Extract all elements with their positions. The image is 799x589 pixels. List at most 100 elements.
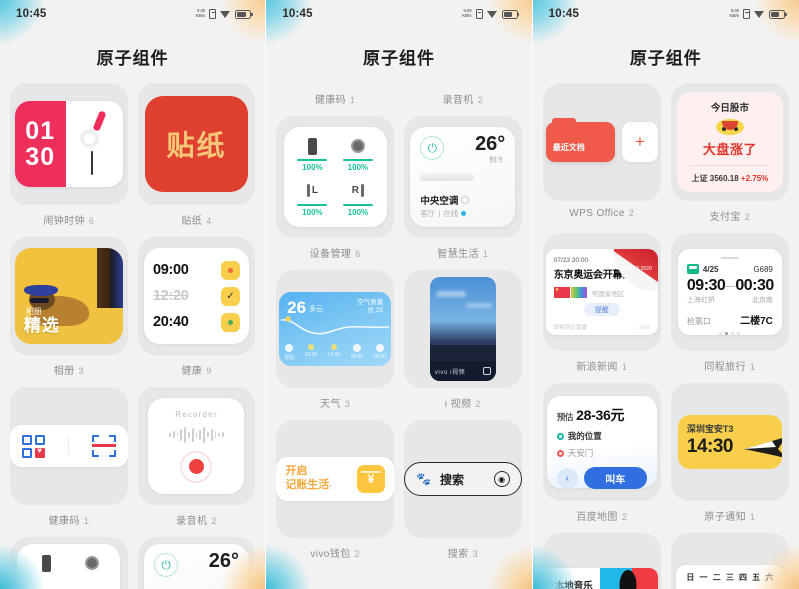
device-item[interactable]: 100% <box>339 135 377 175</box>
flight-airport: 深圳宝安T3 <box>686 424 734 434</box>
news-remind-button[interactable]: 提醒 <box>583 303 620 316</box>
calendar-days[interactable]: 1 2 3 4 5 6 <box>684 583 776 589</box>
grab-handle[interactable] <box>720 257 739 259</box>
widget-tile-alarm-clock[interactable]: 01 30 <box>10 83 128 205</box>
widget-cell-ivideo[interactable]: vivo i视频 i 视频 2 <box>403 270 522 410</box>
devices-widget-peek[interactable] <box>17 544 121 589</box>
train-icon <box>686 264 699 274</box>
widget-cell-weather[interactable]: 26 多云 空气质量 优 25 现在 13:00 14:00 15:00 16:… <box>276 270 394 410</box>
widget-tile-train[interactable]: 4/25 G689 09:30 — 00:30 上海虹桥 北京南 检票口 二楼7… <box>670 233 789 351</box>
widget-cell-alarm-clock[interactable]: 01 30 闹钟时钟 6 <box>10 83 128 227</box>
widget-cell-flight[interactable]: 深圳宝安T3 14:30 原子通知 1 <box>670 383 789 523</box>
caption-label: 录音机 <box>442 95 474 106</box>
widget-cell-recorder[interactable]: Recorder 录音机 2 <box>137 387 256 527</box>
widget-tile-smart-ac[interactable]: ⏻ 26° 制冷 中央空调 客厅 | 在线 <box>403 116 522 238</box>
widget-cell-health[interactable]: 09:00 12:20 ✓ 20:40 健康 9 <box>137 237 256 377</box>
widget-cell-search[interactable]: 🐾 搜索 ◉ 搜索 3 <box>403 420 522 560</box>
widget-cell-music-peek[interactable]: 本地音乐 <box>542 533 661 589</box>
widget-tile-album[interactable]: 相册 精选 <box>10 237 128 355</box>
widget-tile-search[interactable]: 🐾 搜索 ◉ <box>403 420 522 538</box>
device-item[interactable]: 100% <box>294 135 332 175</box>
pill-icon[interactable] <box>220 260 240 280</box>
smart-ac-widget[interactable]: ⏻ 26° 制冷 中央空调 客厅 | 在线 <box>410 127 516 227</box>
music-widget[interactable]: 本地音乐 <box>545 568 658 589</box>
widget-tile-calendar-peek[interactable]: 日 一 二 三 四 五 六 1 2 3 4 <box>670 533 789 589</box>
search-widget[interactable]: 🐾 搜索 ◉ <box>403 462 522 496</box>
widget-tile-sticker[interactable]: 贴纸 <box>137 83 256 205</box>
widget-tile-wallet[interactable]: 开启 记账生活› ¥ <box>276 420 394 538</box>
widget-cell-devices[interactable]: 100% 100% L 100% R 100% 设备管理 6 <box>276 116 394 260</box>
widget-cell-album[interactable]: 相册 精选 相册 3 <box>10 237 128 377</box>
power-icon[interactable]: ⏻ <box>420 136 445 160</box>
device-item[interactable]: L 100% <box>294 180 332 220</box>
widget-tile-health[interactable]: 09:00 12:20 ✓ 20:40 <box>137 237 256 355</box>
widget-cell-wps[interactable]: 最近文档 + WPS Office 2 <box>542 83 661 223</box>
widget-caption: 贴纸 4 <box>181 212 211 227</box>
wallet-widget[interactable]: 开启 记账生活› ¥ <box>276 457 394 501</box>
calendar-widget[interactable]: 日 一 二 三 四 五 六 1 2 3 4 <box>675 565 784 589</box>
alarm-clock-widget[interactable]: 01 30 <box>14 101 123 187</box>
mic-icon[interactable]: ◉ <box>493 471 510 487</box>
widget-tile-weather[interactable]: 26 多云 空气质量 优 25 现在 13:00 14:00 15:00 16:… <box>276 270 394 388</box>
health-widget[interactable]: 09:00 12:20 ✓ 20:40 <box>143 248 249 344</box>
album-widget[interactable]: 相册 精选 <box>14 248 123 344</box>
health-row[interactable]: 12:20 ✓ <box>153 286 240 306</box>
widget-cell-wallet[interactable]: 开启 记账生活› ¥ vivo钱包 2 <box>276 420 394 560</box>
page-dots[interactable] <box>687 332 773 335</box>
health-row[interactable]: 20:40 <box>152 312 240 332</box>
devices-widget[interactable]: 100% 100% L 100% R 100% <box>283 127 387 227</box>
widget-tile-devices-peek[interactable] <box>10 537 128 589</box>
widget-cell-health-code[interactable]: 健康码 1 <box>10 387 128 527</box>
expand-icon[interactable] <box>482 367 491 375</box>
widget-cell-map[interactable]: 预估 28-36元 我的位置 天安门 ‹ 叫车 百度地图 2 <box>542 383 661 523</box>
widget-cell-sticker[interactable]: 贴纸 贴纸 4 <box>137 83 256 227</box>
widget-tile-flight[interactable]: 深圳宝安T3 14:30 <box>670 383 789 501</box>
widget-cell-smart-ac[interactable]: ⏻ 26° 制冷 中央空调 客厅 | 在线 智慧生活 1 <box>403 116 522 260</box>
news-widget[interactable]: TOKYO 2020 07/23 20:00 东京奥运会开幕式 等国家地区 提醒… <box>545 249 658 335</box>
sticker-widget[interactable]: 贴纸 <box>144 96 248 192</box>
recorder-widget[interactable]: Recorder <box>148 398 245 494</box>
widget-cell-calendar-peek[interactable]: 日 一 二 三 四 五 六 1 2 3 4 <box>670 533 789 589</box>
widget-tile-map[interactable]: 预估 28-36元 我的位置 天安门 ‹ 叫车 <box>542 383 661 501</box>
destination-row[interactable]: 天安门 <box>556 447 647 459</box>
landscape-art <box>429 345 496 361</box>
widget-cell-news[interactable]: TOKYO 2020 07/23 20:00 东京奥运会开幕式 等国家地区 提醒… <box>542 233 661 373</box>
call-car-button[interactable]: 叫车 <box>583 467 647 489</box>
widget-tile-ivideo[interactable]: vivo i视频 <box>403 270 522 388</box>
check-icon[interactable]: ✓ <box>220 286 240 306</box>
scan-icon[interactable] <box>92 435 117 457</box>
stock-widget[interactable]: 今日股市 大盘涨了 上证 3560.18 +2.75% <box>676 92 783 192</box>
ivideo-widget[interactable]: vivo i视频 <box>429 277 496 381</box>
origin-row[interactable]: 我的位置 <box>556 430 647 442</box>
health-row[interactable]: 09:00 <box>152 260 240 280</box>
widget-tile-devices[interactable]: 100% 100% L 100% R 100% <box>276 116 394 238</box>
widget-tile-ac-peek[interactable]: ⏻ 26° <box>137 537 256 589</box>
widget-cell-train[interactable]: 4/25 G689 09:30 — 00:30 上海虹桥 北京南 检票口 二楼7… <box>670 233 789 373</box>
device-item[interactable]: R 100% <box>339 180 377 220</box>
add-document-button[interactable]: + <box>622 122 658 162</box>
record-button[interactable] <box>180 450 213 483</box>
pill-icon[interactable] <box>220 312 240 332</box>
train-widget[interactable]: 4/25 G689 09:30 — 00:30 上海虹桥 北京南 检票口 二楼7… <box>677 249 782 335</box>
health-code-widget[interactable] <box>10 425 128 467</box>
smart-ac-widget-peek[interactable]: ⏻ 26° <box>143 544 249 589</box>
widget-cell-stock[interactable]: 今日股市 大盘涨了 上证 3560.18 +2.75% 支付宝 2 <box>670 83 789 223</box>
chevron-left-icon[interactable]: ‹ <box>556 467 578 489</box>
flight-widget[interactable]: 深圳宝安T3 14:30 <box>677 415 782 469</box>
widget-tile-stock[interactable]: 今日股市 大盘涨了 上证 3560.18 +2.75% <box>670 83 789 201</box>
widget-cell-devices-peek[interactable] <box>10 537 128 589</box>
wps-widget[interactable]: 最近文档 + <box>545 118 658 164</box>
device-percent: 100% <box>347 163 369 173</box>
flags-icon <box>570 287 587 298</box>
widget-cell-ac-peek[interactable]: ⏻ 26° <box>137 537 256 589</box>
weather-widget[interactable]: 26 多云 空气质量 优 25 现在 13:00 14:00 15:00 16:… <box>279 292 392 366</box>
widget-tile-wps[interactable]: 最近文档 + <box>542 83 661 201</box>
widget-tile-news[interactable]: TOKYO 2020 07/23 20:00 东京奥运会开幕式 等国家地区 提醒… <box>542 233 661 351</box>
folder-icon[interactable]: 最近文档 <box>545 118 616 162</box>
widget-tile-recorder[interactable]: Recorder <box>137 387 256 505</box>
widget-tile-music-peek[interactable]: 本地音乐 <box>542 533 661 589</box>
qr-code-icon[interactable] <box>21 434 45 458</box>
power-icon[interactable]: ⏻ <box>153 553 178 577</box>
map-widget[interactable]: 预估 28-36元 我的位置 天安门 ‹ 叫车 <box>546 396 657 489</box>
widget-tile-health-code[interactable] <box>10 387 128 505</box>
